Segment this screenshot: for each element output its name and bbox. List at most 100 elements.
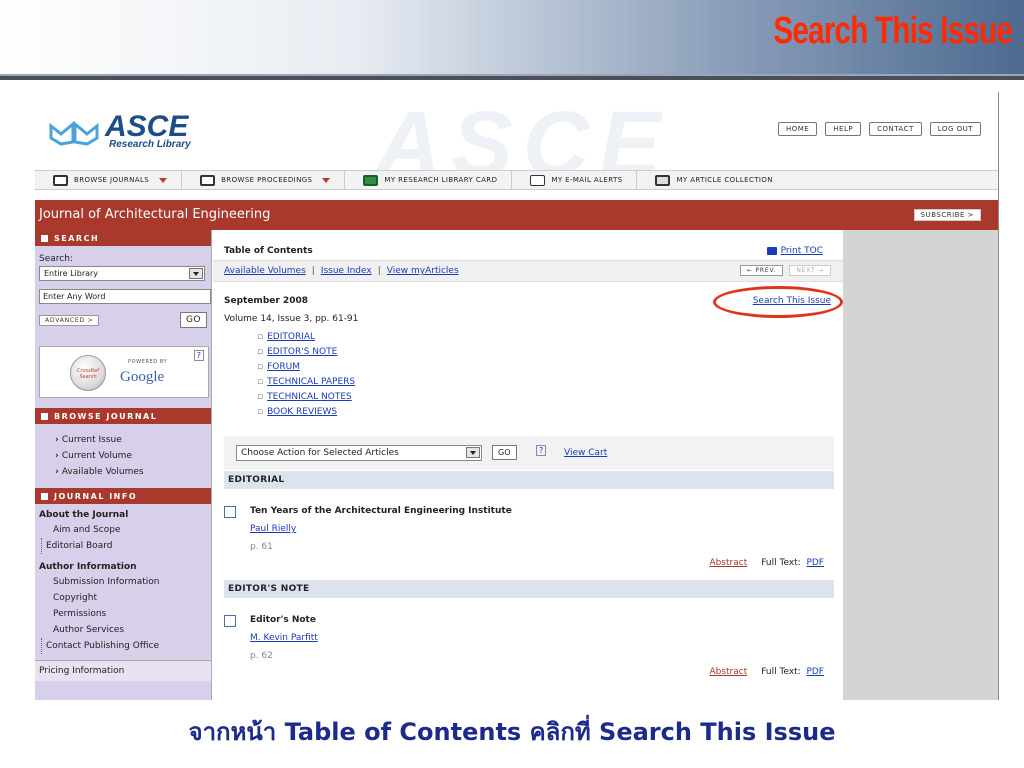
- about-journal-group: About the Journal Aim and Scope Editoria…: [35, 504, 211, 554]
- browse-journal-title: BROWSE JOURNAL: [54, 411, 158, 421]
- pdf-link[interactable]: PDF: [806, 558, 824, 568]
- chevron-down-icon[interactable]: [189, 268, 203, 279]
- issue-volume: Volume 14, Issue 3, pp. 61-91: [224, 314, 359, 324]
- section-link-editorial[interactable]: EDITORIAL: [257, 330, 355, 345]
- nav-label: MY E-MAIL ALERTS: [551, 176, 623, 184]
- issue-index-link[interactable]: Issue Index: [321, 266, 372, 276]
- contact-button[interactable]: CONTACT: [869, 122, 922, 136]
- sidebar-item-aim-scope[interactable]: Aim and Scope: [39, 522, 207, 538]
- email-icon: [530, 174, 546, 186]
- toc-main: Table of Contents Print TOC Available Vo…: [213, 230, 843, 700]
- library-card-icon: [363, 174, 379, 186]
- article-author-link[interactable]: M. Kevin Parfitt: [250, 633, 318, 643]
- fulltext-label: Full Text: PDF: [761, 667, 824, 677]
- site-topbar: ASCE ASCE Research Library HOME HELP CON…: [35, 92, 998, 195]
- help-question-icon[interactable]: ?: [193, 350, 204, 361]
- nav-browse-journals[interactable]: BROWSE JOURNALS: [35, 170, 183, 190]
- search-section-header: SEARCH: [35, 230, 211, 246]
- article-title: Ten Years of the Architectural Engineeri…: [250, 506, 512, 516]
- sidebar-item-submission[interactable]: Submission Information: [39, 574, 207, 590]
- slide-caption: จากหน้า Table of Contents คลิกที่ Search…: [188, 718, 836, 746]
- view-myarticles-link[interactable]: View myArticles: [387, 266, 459, 276]
- sidebar-item-editorial-board[interactable]: Editorial Board: [41, 538, 207, 554]
- section-header-editorial: EDITORIAL: [224, 471, 834, 489]
- sidebar-item-copyright[interactable]: Copyright: [39, 590, 207, 606]
- sidebar-item-author-services[interactable]: Author Services: [39, 622, 207, 638]
- section-link-editors-note[interactable]: EDITOR'S NOTE: [257, 345, 355, 360]
- author-info-heading[interactable]: Author Information: [39, 560, 207, 574]
- logo-text: ASCE: [105, 110, 189, 143]
- article-pages: p. 61: [250, 542, 273, 552]
- sidebar-item-current-volume[interactable]: Current Volume: [55, 448, 211, 464]
- subscribe-button[interactable]: SUBSCRIBE >: [913, 209, 981, 221]
- article-action-value: Choose Action for Selected Articles: [241, 448, 399, 458]
- right-gutter: [843, 230, 998, 700]
- sidebar-item-permissions[interactable]: Permissions: [39, 606, 207, 622]
- section-link-technical-notes[interactable]: TECHNICAL NOTES: [257, 390, 355, 405]
- nav-email-alerts[interactable]: MY E-MAIL ALERTS: [512, 170, 638, 190]
- article-action-select[interactable]: Choose Action for Selected Articles: [236, 445, 482, 461]
- article-pages: p. 62: [250, 651, 273, 661]
- browse-icon: [41, 412, 48, 420]
- asce-logo[interactable]: ASCE Research Library: [49, 112, 219, 152]
- chevron-down-icon[interactable]: [466, 447, 480, 458]
- fulltext-text: Full Text:: [761, 558, 801, 568]
- fulltext-label: Full Text: PDF: [761, 558, 824, 568]
- advanced-search-button[interactable]: ADVANCED >: [39, 314, 100, 326]
- search-icon: [41, 234, 48, 242]
- next-button[interactable]: NEXT →: [789, 265, 831, 276]
- prev-button[interactable]: ← PREV.: [739, 265, 784, 276]
- journal-info-title: JOURNAL INFO: [54, 491, 138, 501]
- logo-subtitle: Research Library: [109, 139, 191, 150]
- article-select-checkbox[interactable]: [224, 506, 236, 518]
- nav-browse-proceedings[interactable]: BROWSE PROCEEDINGS: [182, 170, 346, 190]
- journal-title-bar: Journal of Architectural Engineering SUB…: [35, 200, 998, 230]
- nav-label: MY RESEARCH LIBRARY CARD: [384, 176, 498, 184]
- article-links: Abstract Full Text: PDF: [709, 558, 824, 568]
- action-go-button[interactable]: GO: [492, 445, 517, 460]
- search-section-title: SEARCH: [54, 233, 100, 243]
- help-button[interactable]: HELP: [825, 122, 862, 136]
- sidebar-item-contact-office[interactable]: Contact Publishing Office: [41, 638, 207, 654]
- sidebar-item-available-volumes[interactable]: Available Volumes: [55, 464, 211, 480]
- section-link-technical-papers[interactable]: TECHNICAL PAPERS: [257, 375, 355, 390]
- section-link-forum[interactable]: FORUM: [257, 360, 355, 375]
- google-powered-box[interactable]: CrossRef Search POWERED BY Google ?: [39, 346, 209, 398]
- about-journal-heading[interactable]: About the Journal: [39, 508, 207, 522]
- search-scope-select[interactable]: Entire Library: [39, 266, 205, 281]
- book-logo-icon: [49, 120, 99, 146]
- abstract-link[interactable]: Abstract: [709, 558, 747, 568]
- article-links: Abstract Full Text: PDF: [709, 667, 824, 677]
- powered-by-label: POWERED BY: [128, 359, 168, 365]
- browse-journal-header: BROWSE JOURNAL: [35, 408, 211, 424]
- home-button[interactable]: HOME: [778, 122, 818, 136]
- available-volumes-link[interactable]: Available Volumes: [224, 266, 306, 276]
- log-out-button[interactable]: LOG OUT: [929, 122, 981, 136]
- help-question-icon[interactable]: ?: [536, 445, 547, 456]
- google-logo: Google: [120, 369, 165, 385]
- search-label: Search:: [39, 254, 73, 264]
- proceedings-icon: [200, 174, 216, 186]
- crossref-search-icon: CrossRef Search: [70, 355, 106, 391]
- nav-article-collection[interactable]: MY ARTICLE COLLECTION: [637, 170, 786, 190]
- section-header-editors-note: EDITOR'S NOTE: [224, 580, 834, 598]
- main-nav: BROWSE JOURNALS BROWSE PROCEEDINGS MY RE…: [35, 170, 998, 190]
- search-actions: ADVANCED > GO: [35, 304, 211, 328]
- journal-icon: [53, 174, 68, 186]
- sidebar-item-current-issue[interactable]: Current Issue: [55, 432, 211, 448]
- nav-label: BROWSE PROCEEDINGS: [221, 176, 313, 184]
- section-link-book-reviews[interactable]: BOOK REVIEWS: [257, 405, 355, 420]
- fulltext-text: Full Text:: [761, 667, 801, 677]
- print-toc-link[interactable]: Print TOC: [766, 246, 823, 256]
- abstract-link[interactable]: Abstract: [709, 667, 747, 677]
- article-select-checkbox[interactable]: [224, 615, 236, 627]
- nav-research-library-card[interactable]: MY RESEARCH LIBRARY CARD: [345, 170, 513, 190]
- view-cart-link[interactable]: View Cart: [564, 448, 607, 458]
- search-word-input[interactable]: Enter Any Word: [39, 289, 211, 304]
- search-go-button[interactable]: GO: [179, 312, 207, 328]
- nav-label: MY ARTICLE COLLECTION: [676, 176, 773, 184]
- sidebar-item-pricing[interactable]: Pricing Information: [35, 660, 211, 681]
- article-author-link[interactable]: Paul Rielly: [250, 524, 296, 534]
- section-links: EDITORIAL EDITOR'S NOTE FORUM TECHNICAL …: [257, 330, 355, 420]
- pdf-link[interactable]: PDF: [806, 667, 824, 677]
